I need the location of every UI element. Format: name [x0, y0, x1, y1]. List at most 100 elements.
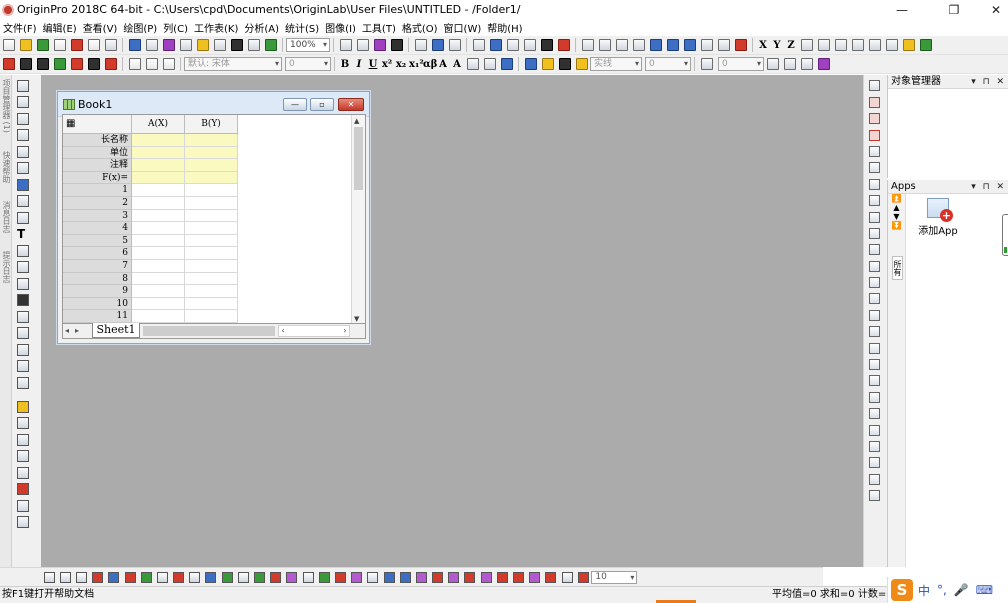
menu-edit[interactable]: 编辑(E): [40, 20, 80, 35]
refresh-icon[interactable]: [390, 39, 403, 51]
add-bottom-x-icon[interactable]: [869, 244, 880, 256]
fill-color-icon[interactable]: [524, 58, 537, 70]
contour-plot-icon[interactable]: [221, 571, 233, 583]
menu-format[interactable]: 格式(O): [399, 20, 441, 35]
save-template-icon[interactable]: [247, 39, 260, 51]
menu-view[interactable]: 查看(V): [80, 20, 121, 35]
line-plot-icon[interactable]: [43, 571, 55, 583]
bubble-scale-icon[interactable]: [17, 499, 29, 512]
data-row-header[interactable]: 10: [63, 297, 132, 311]
copy-icon[interactable]: [145, 58, 158, 70]
same-width-icon[interactable]: [869, 440, 880, 452]
filter-off-icon[interactable]: [717, 39, 730, 51]
menu-window[interactable]: 窗口(W): [441, 20, 485, 35]
line-style-select[interactable]: 实线: [590, 57, 642, 71]
ime-keyboard-icon[interactable]: ⌨: [976, 583, 993, 597]
minimize-button[interactable]: —: [881, 0, 923, 19]
last-column-icon[interactable]: [885, 39, 898, 51]
plot-line-symbol-icon[interactable]: [36, 58, 49, 70]
zoom-out-icon[interactable]: [17, 112, 29, 125]
duplicate-icon[interactable]: [373, 39, 386, 51]
ternary-plot-icon[interactable]: [270, 571, 282, 583]
add-inset-data-icon[interactable]: [869, 309, 880, 321]
column-chart-icon[interactable]: [649, 39, 662, 51]
plot-stack-icon[interactable]: [87, 58, 100, 70]
cell-b[interactable]: [185, 222, 238, 235]
underline-button[interactable]: U: [367, 59, 379, 70]
cell-a[interactable]: [132, 146, 185, 160]
font-size-select[interactable]: 0: [285, 57, 331, 71]
sort-icon[interactable]: [615, 39, 628, 51]
table-icon[interactable]: [17, 466, 29, 479]
cell-a[interactable]: [132, 260, 185, 273]
menu-plot[interactable]: 绘图(P): [120, 20, 160, 35]
statistics-icon[interactable]: [598, 39, 611, 51]
filter-clear-icon[interactable]: [734, 39, 747, 51]
pattern-icon[interactable]: [766, 58, 779, 70]
3d-cone-icon[interactable]: [480, 571, 492, 583]
3d-color-icon[interactable]: [561, 571, 573, 583]
align-icon[interactable]: [466, 58, 479, 70]
filter-icon[interactable]: [700, 39, 713, 51]
increase-font-button[interactable]: A: [437, 59, 449, 70]
horizontal-scrollbar[interactable]: ‹ ›: [278, 325, 350, 337]
new-notes-icon[interactable]: [128, 39, 141, 51]
3d-wire-icon[interactable]: [496, 571, 508, 583]
column-header-b[interactable]: B(Y): [185, 115, 238, 134]
paste-icon[interactable]: [162, 58, 175, 70]
new-matrix-icon[interactable]: [53, 39, 66, 51]
screen-reader-icon[interactable]: [17, 145, 29, 158]
bold-button[interactable]: B: [339, 59, 351, 70]
3d-scatter-icon[interactable]: [351, 571, 363, 583]
cell-b[interactable]: [185, 285, 238, 298]
legend-icon[interactable]: [17, 450, 29, 462]
cell-a[interactable]: [132, 234, 185, 248]
print-icon[interactable]: [339, 39, 352, 51]
sheet-tab-scroll[interactable]: [143, 326, 275, 336]
data-row-header[interactable]: 2: [63, 197, 132, 210]
cell-b[interactable]: [185, 234, 238, 248]
menu-image[interactable]: 图像(I): [322, 20, 359, 35]
text-tool-icon[interactable]: T: [17, 228, 29, 240]
cell-a[interactable]: [132, 197, 185, 210]
data-row-header[interactable]: 9: [63, 285, 132, 298]
cell-b[interactable]: [185, 260, 238, 273]
data-row-header[interactable]: 6: [63, 247, 132, 260]
circle-tool-icon[interactable]: [17, 417, 29, 429]
import-icon[interactable]: [162, 39, 175, 51]
prev-column-icon[interactable]: [851, 39, 864, 51]
color-scale-icon[interactable]: [17, 400, 29, 413]
axis-icon[interactable]: [869, 96, 880, 108]
apps-controls[interactable]: ▾ ⊓ ✕: [971, 180, 1006, 194]
copy-page-icon[interactable]: [356, 39, 369, 51]
heatmap-plot-icon[interactable]: [254, 571, 266, 583]
3d-waterfall-icon[interactable]: [448, 571, 460, 583]
sheet-tab[interactable]: Sheet1: [92, 323, 140, 338]
cell-b[interactable]: [185, 159, 238, 172]
image-plot-icon[interactable]: [237, 571, 249, 583]
data-reader-icon[interactable]: [17, 129, 29, 141]
cell-a[interactable]: [132, 209, 185, 223]
workbook-minimize-button[interactable]: —: [283, 98, 307, 111]
annotation-icon[interactable]: [17, 244, 29, 257]
label-row-header[interactable]: F(x)=: [63, 171, 132, 185]
waterfall-plot-icon[interactable]: [286, 571, 298, 583]
app-center-icon[interactable]: [919, 39, 932, 51]
3d-vector-icon[interactable]: [513, 571, 525, 583]
insert-table-icon[interactable]: [17, 516, 29, 528]
cell-b[interactable]: [185, 146, 238, 160]
menu-statistics[interactable]: 统计(S): [282, 20, 322, 35]
group-icon[interactable]: [869, 490, 880, 502]
area-plot-icon[interactable]: [140, 571, 152, 583]
cell-a[interactable]: [132, 222, 185, 235]
border-icon[interactable]: [700, 58, 713, 70]
scatter-plot-icon[interactable]: [59, 571, 71, 583]
menu-help[interactable]: 帮助(H): [484, 20, 525, 35]
same-height-icon[interactable]: [869, 457, 880, 469]
rescale-icon[interactable]: [869, 162, 880, 174]
cell-b[interactable]: [185, 297, 238, 311]
apps-first-icon[interactable]: ⏫: [888, 194, 905, 203]
add-column-icon[interactable]: [557, 39, 570, 51]
x-column-icon[interactable]: X: [757, 40, 769, 51]
font-name-select[interactable]: 默认: 宋体: [184, 57, 282, 71]
